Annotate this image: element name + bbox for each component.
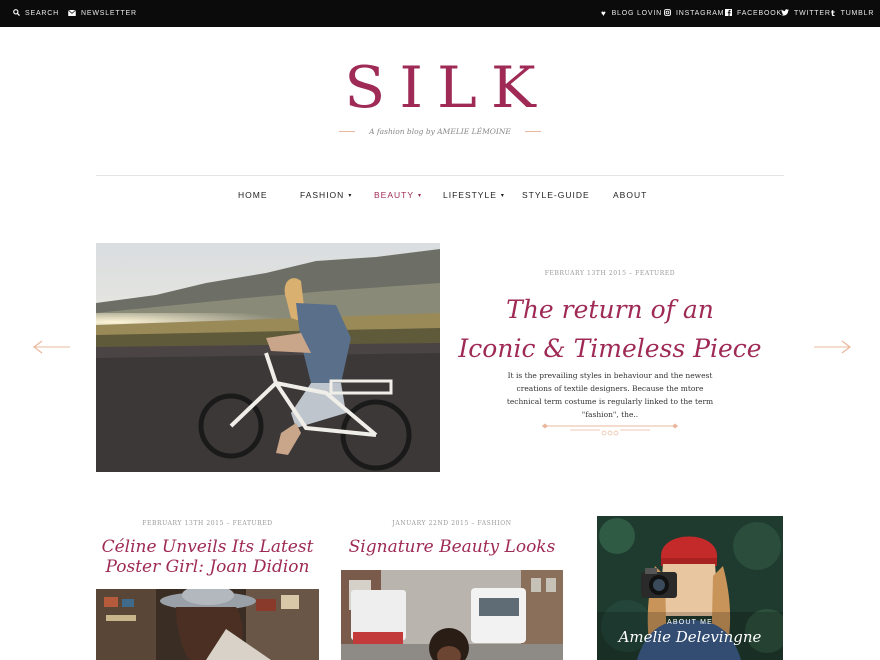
topbar-tumblr-link[interactable]: t TUMBLR <box>831 0 874 27</box>
card-image[interactable] <box>96 589 319 660</box>
nav-item-home[interactable]: HOME <box>238 190 268 200</box>
card-title-line: Signature Beauty Looks <box>348 537 556 557</box>
top-bar: SEARCH NEWSLETTER ♥ BLOG LOVIN INSTAGRAM… <box>0 0 880 27</box>
topbar-tumblr-label: TUMBLR <box>840 10 875 17</box>
caret-down-icon: ▾ <box>418 192 423 199</box>
hero-post-excerpt: It is the prevailing styles in behaviour… <box>506 371 714 419</box>
tagline-rule-left <box>339 131 356 132</box>
instagram-icon <box>664 9 671 18</box>
card-post-title[interactable]: Céline Unveils Its Latest Poster Girl: J… <box>96 537 319 577</box>
slider-prev-arrow-icon[interactable] <box>32 337 72 357</box>
card-title-line: Céline Unveils Its Latest <box>101 537 314 557</box>
card-post-title[interactable]: Signature Beauty Looks <box>341 537 563 557</box>
topbar-twitter-link[interactable]: TWITTER <box>781 0 831 27</box>
header-divider <box>96 175 784 176</box>
nav-item-label: STYLE-GUIDE <box>522 190 590 200</box>
hero-post-title[interactable]: The return of an Iconic & Timeless Piece <box>452 290 768 368</box>
tagline-row: A fashion blog by AMELIE LÉMOINE <box>0 127 880 136</box>
topbar-bloglovin-label: BLOG LOVIN <box>611 10 662 17</box>
about-me-name[interactable]: Amelie Delevingne <box>597 628 783 646</box>
card-post-meta: JANUARY 22ND 2015 – FASHION <box>392 520 512 527</box>
topbar-facebook-link[interactable]: FACEBOOK <box>725 0 782 27</box>
tumblr-icon: t <box>831 8 836 18</box>
hero-post-meta: FEBRUARY 13TH 2015 – FEATURED <box>544 270 676 277</box>
hero-title-line: The return of an <box>506 295 714 324</box>
topbar-instagram-label: INSTAGRAM <box>676 10 725 17</box>
site-logo[interactable]: SILK <box>0 60 880 117</box>
nav-item-about[interactable]: ABOUT <box>613 190 647 200</box>
nav-item-label: HOME <box>238 190 268 200</box>
nav-item-label: LIFESTYLE <box>443 190 497 200</box>
hero-image[interactable] <box>96 243 440 472</box>
nav-item-label: ABOUT <box>613 190 648 200</box>
topbar-newsletter-link[interactable]: NEWSLETTER <box>67 0 137 27</box>
card-post-meta: FEBRUARY 13TH 2015 – FEATURED <box>142 520 273 527</box>
nav-item-label: FASHION <box>300 190 345 200</box>
nav-item-beauty[interactable]: BEAUTY ▾ <box>374 190 422 200</box>
slider-next-arrow-icon[interactable] <box>812 337 852 357</box>
nav-item-style-guide[interactable]: STYLE-GUIDE <box>522 190 590 200</box>
facebook-icon <box>725 9 732 18</box>
caret-down-icon: ▾ <box>348 192 353 199</box>
nav-item-label: BEAUTY <box>374 190 415 200</box>
topbar-instagram-link[interactable]: INSTAGRAM <box>664 0 724 27</box>
hero-title-line: Iconic & Timeless Piece <box>458 334 762 363</box>
caret-down-icon: ▾ <box>500 192 505 199</box>
topbar-bloglovin-link[interactable]: ♥ BLOG LOVIN <box>601 0 662 27</box>
heart-icon: ♥ <box>601 8 607 18</box>
topbar-facebook-label: FACEBOOK <box>737 10 782 17</box>
nav-item-fashion[interactable]: FASHION ▾ <box>300 190 352 200</box>
search-icon <box>13 9 20 18</box>
topbar-search-link[interactable]: SEARCH <box>13 0 59 27</box>
topbar-search-label: SEARCH <box>25 10 59 17</box>
nav-item-lifestyle[interactable]: LIFESTYLE ▾ <box>443 190 505 200</box>
site-tagline: A fashion blog by AMELIE LÉMOINE <box>369 127 511 136</box>
card-title-line: Poster Girl: Joan Didion <box>105 557 310 577</box>
topbar-newsletter-label: NEWSLETTER <box>81 10 137 17</box>
twitter-icon <box>781 9 789 18</box>
card-image[interactable] <box>341 570 563 660</box>
tagline-rule-right <box>524 131 541 132</box>
ornament-divider-icon <box>540 421 680 437</box>
about-me-label: ABOUT ME <box>666 619 714 626</box>
envelope-icon <box>67 9 77 18</box>
topbar-twitter-label: TWITTER <box>794 10 831 17</box>
